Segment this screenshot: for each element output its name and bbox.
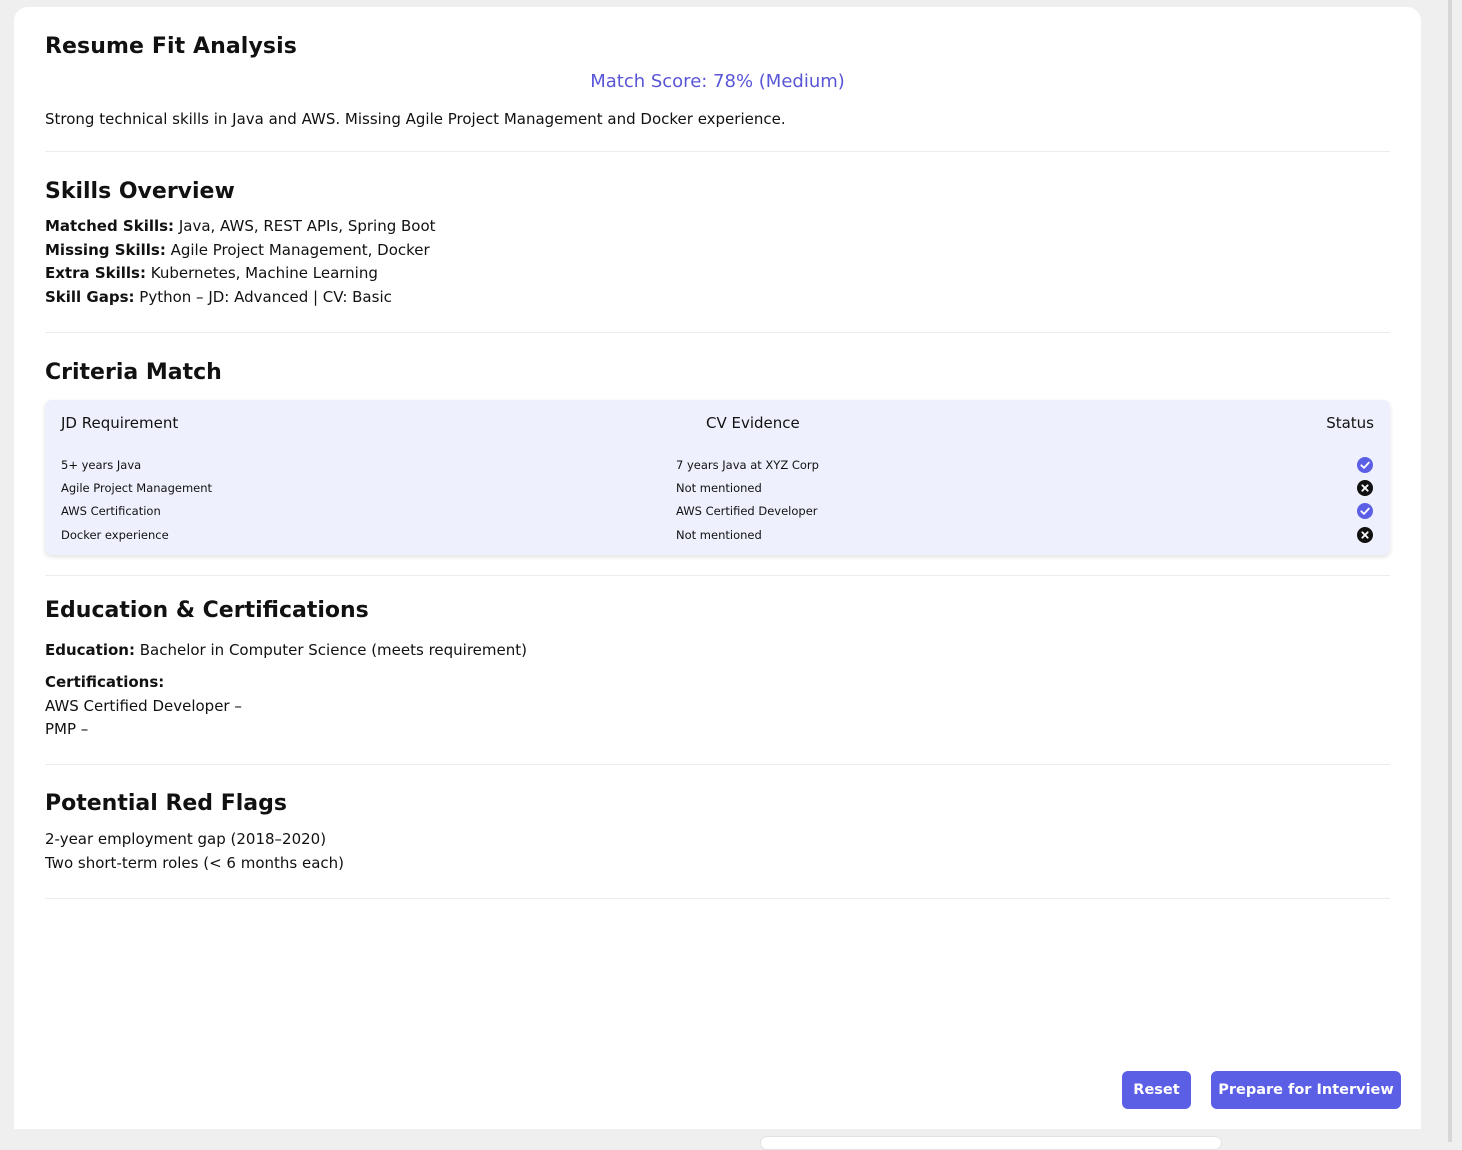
check-icon — [1357, 503, 1373, 519]
evidence-cell: Not mentioned — [676, 481, 762, 495]
missing-skills-value: Agile Project Management, Docker — [165, 240, 430, 259]
matched-skills-value: Java, AWS, REST APIs, Spring Boot — [174, 217, 436, 235]
x-icon — [1357, 480, 1373, 496]
matched-skills-label: Matched Skills: — [45, 217, 175, 235]
divider — [45, 575, 1390, 576]
column-header-evidence: CV Evidence — [706, 414, 800, 432]
certifications-list: Certifications: AWS Certified Developer … — [45, 671, 242, 742]
extra-skills-label: Extra Skills: — [45, 264, 146, 283]
extra-skills: Extra Skills: Kubernetes, Machine Learni… — [45, 262, 436, 286]
missing-skills-label: Missing Skills: — [45, 240, 166, 259]
reset-button[interactable]: Reset — [1122, 1071, 1191, 1109]
skill-gaps: Skill Gaps: Python – JD: Advanced | CV: … — [45, 286, 436, 310]
evidence-cell: AWS Certified Developer — [676, 504, 818, 518]
match-score: Match Score: 78% (Medium) — [590, 71, 845, 92]
extra-skills-value: Kubernetes, Machine Learning — [145, 264, 378, 283]
divider — [45, 151, 1390, 152]
check-icon — [1357, 457, 1373, 473]
bottom-panel-edge — [760, 1136, 1222, 1150]
column-header-requirement: JD Requirement — [61, 414, 179, 432]
skills-heading: Skills Overview — [45, 179, 235, 204]
table-row: 5+ years Java 7 years Java at XYZ Corp — [45, 455, 1390, 475]
page-title: Resume Fit Analysis — [45, 34, 297, 59]
requirement-cell: 5+ years Java — [61, 458, 142, 472]
column-header-status: Status — [1326, 414, 1374, 432]
education-line: Education: Bachelor in Computer Science … — [45, 639, 527, 663]
red-flag-item: 2-year employment gap (2018–2020) — [45, 830, 327, 848]
x-icon — [1357, 527, 1373, 543]
skills-list: Matched Skills: Java, AWS, REST APIs, Sp… — [45, 215, 436, 310]
certification-item: PMP – — [45, 720, 89, 739]
red-flags-list: 2-year employment gap (2018–2020) Two sh… — [45, 828, 344, 875]
divider — [45, 332, 1390, 333]
criteria-table: JD Requirement CV Evidence Status 5+ yea… — [45, 400, 1390, 555]
education-value: Bachelor in Computer Science (meets requ… — [134, 641, 527, 659]
table-row: Docker experience Not mentioned — [45, 525, 1390, 545]
prepare-for-interview-button[interactable]: Prepare for Interview — [1211, 1071, 1401, 1109]
divider — [45, 898, 1390, 899]
certification-item: AWS Certified Developer – — [45, 696, 242, 715]
requirement-cell: AWS Certification — [61, 504, 161, 518]
education-label: Education: — [45, 641, 135, 659]
table-row: Agile Project Management Not mentioned — [45, 478, 1390, 498]
criteria-heading: Criteria Match — [45, 360, 222, 385]
certifications-label: Certifications: — [45, 673, 165, 691]
summary-text: Strong technical skills in Java and AWS.… — [45, 110, 786, 128]
table-row: AWS Certification AWS Certified Develope… — [45, 501, 1390, 521]
scrollbar-track[interactable] — [1448, 0, 1452, 1142]
divider — [45, 764, 1390, 765]
evidence-cell: 7 years Java at XYZ Corp — [676, 458, 819, 472]
evidence-cell: Not mentioned — [676, 528, 762, 542]
education-heading: Education & Certifications — [45, 598, 369, 623]
skill-gaps-value: Python – JD: Advanced | CV: Basic — [134, 288, 392, 307]
red-flags-heading: Potential Red Flags — [45, 791, 287, 816]
skill-gaps-label: Skill Gaps: — [45, 288, 135, 307]
red-flag-item: Two short-term roles (< 6 months each) — [45, 853, 345, 872]
matched-skills: Matched Skills: Java, AWS, REST APIs, Sp… — [45, 215, 436, 239]
analysis-card: Resume Fit Analysis Match Score: 78% (Me… — [14, 7, 1421, 1129]
requirement-cell: Docker experience — [61, 528, 169, 542]
missing-skills: Missing Skills: Agile Project Management… — [45, 239, 436, 263]
requirement-cell: Agile Project Management — [61, 481, 213, 495]
